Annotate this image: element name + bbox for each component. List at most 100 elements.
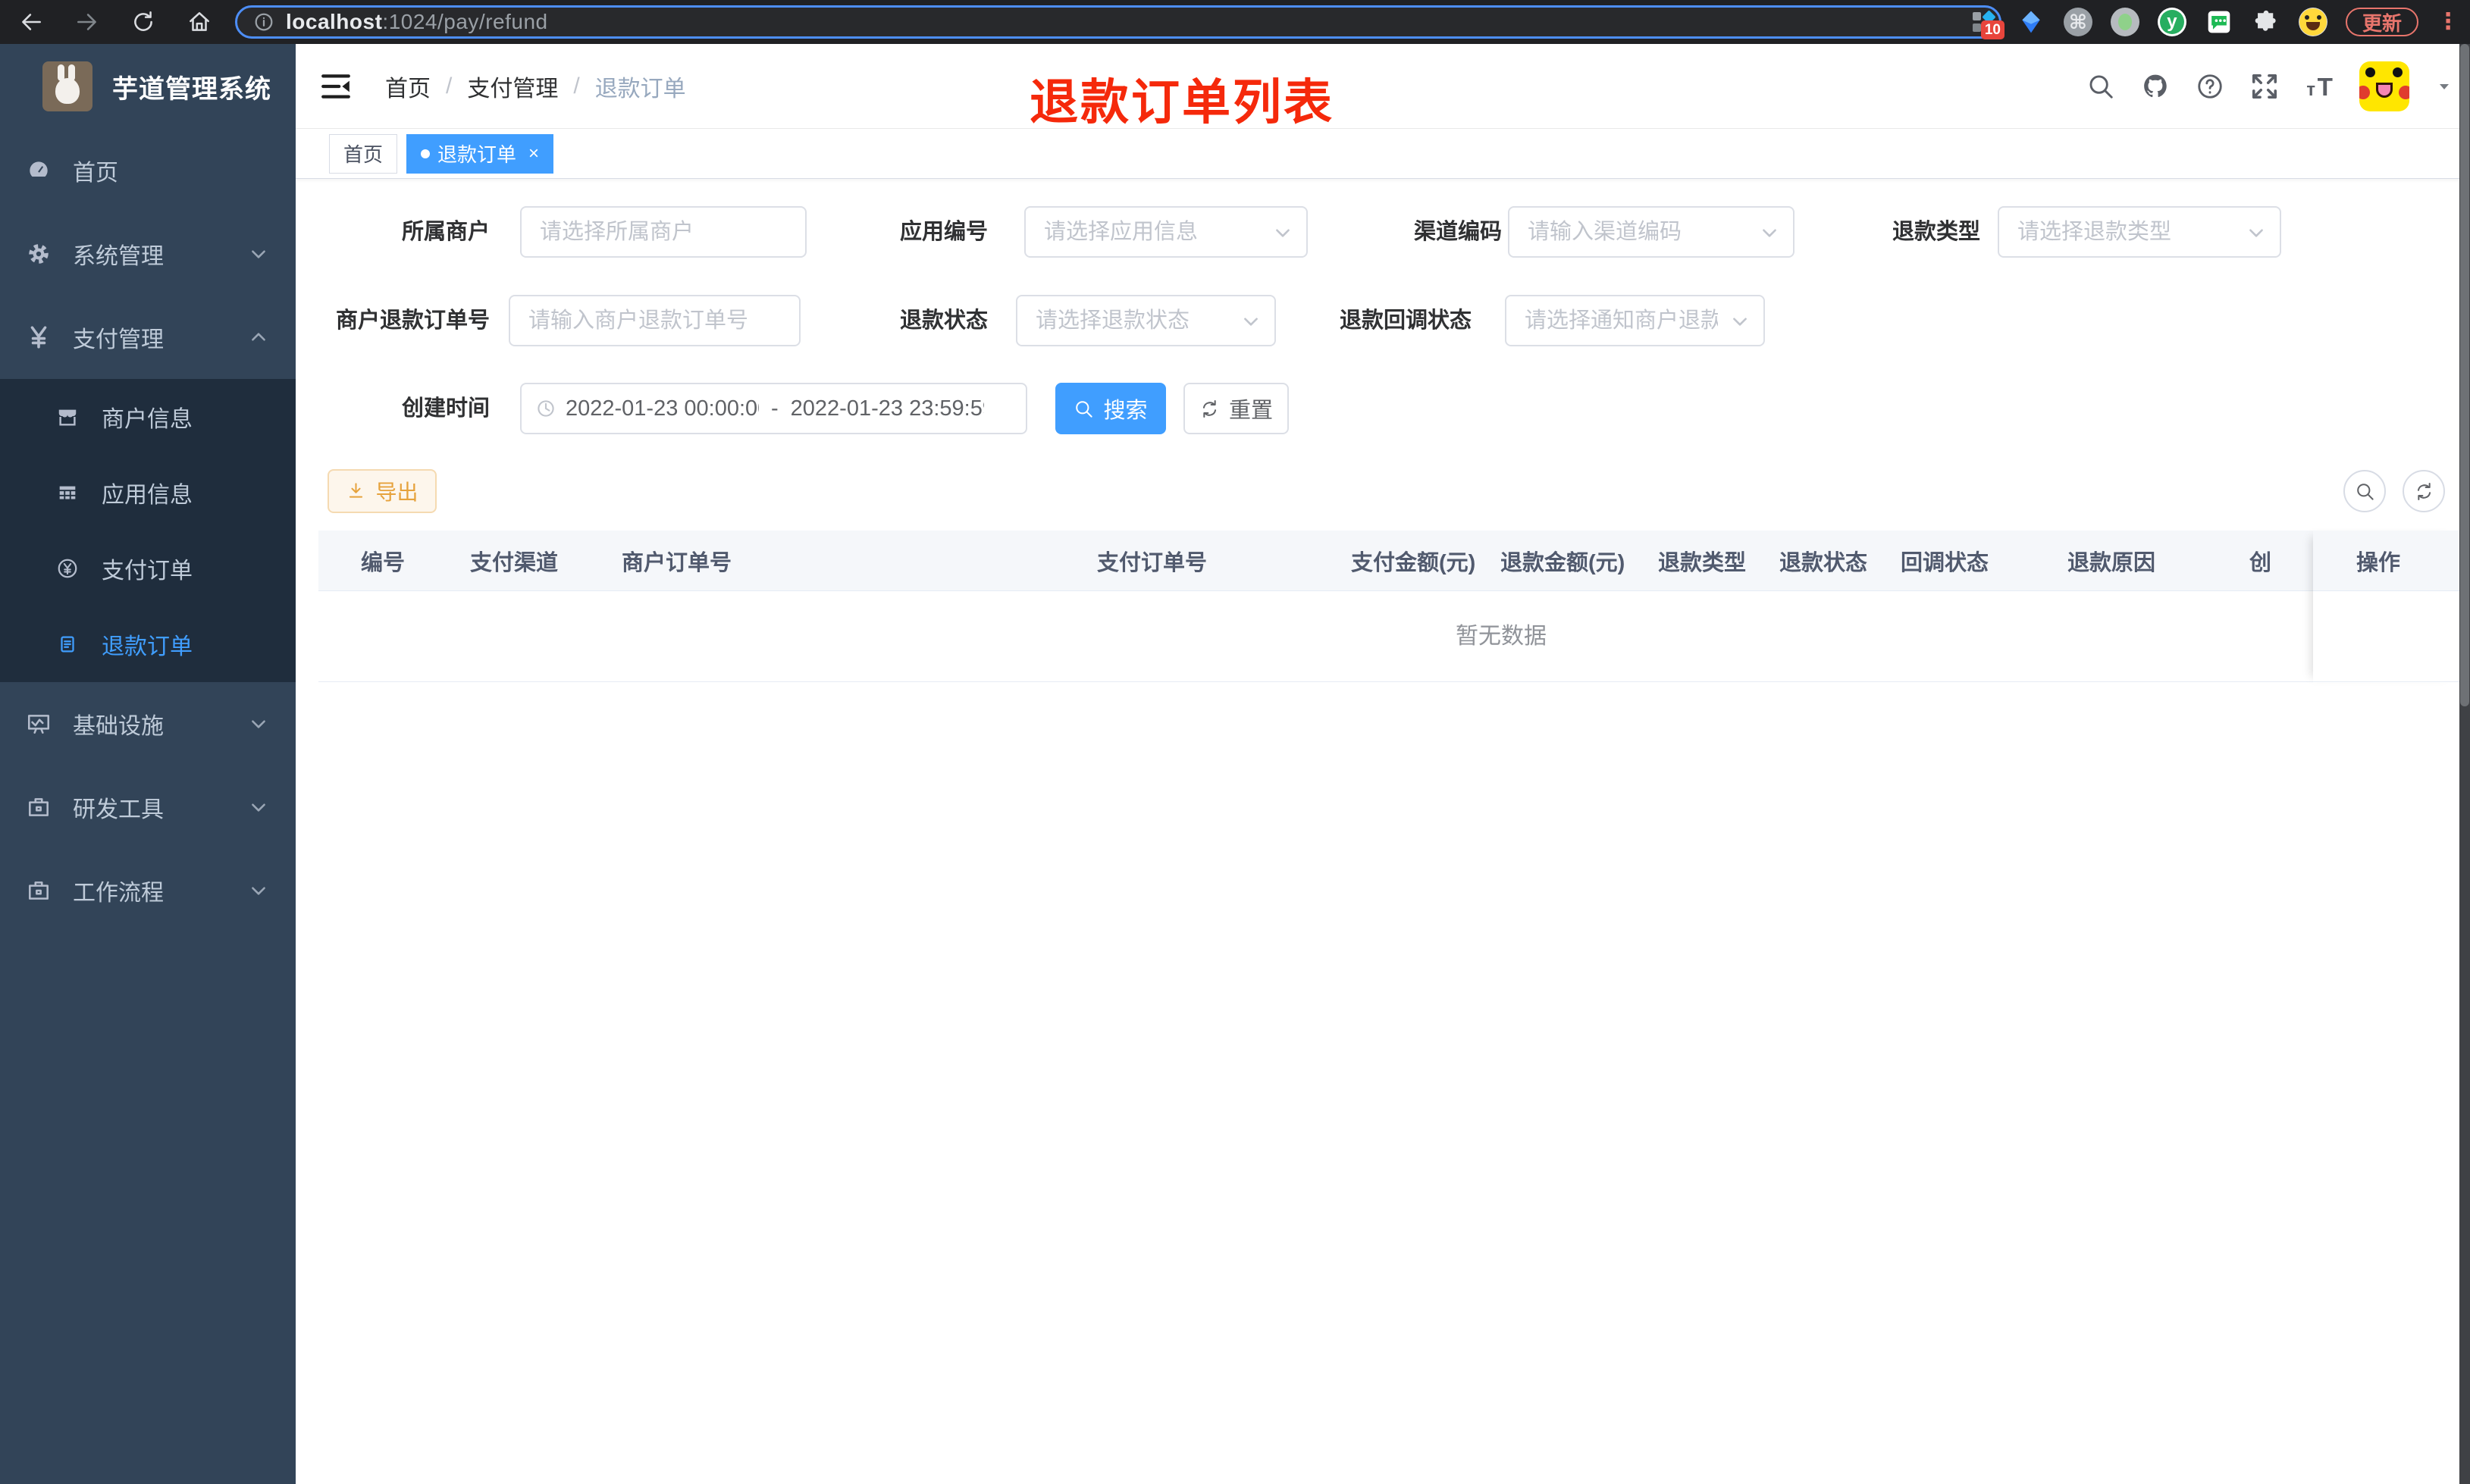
sidebar-item-pay[interactable]: 支付管理 [0, 296, 296, 379]
sidebar-item-label: 研发工具 [73, 797, 164, 822]
column-header-clipped: 创建时间 [2249, 550, 2271, 575]
sidebar-item-pay-order[interactable]: 支付订单 [0, 531, 296, 606]
merchant-refund-no-input[interactable] [509, 295, 801, 346]
browser-menu-icon[interactable]: ⋮ [2437, 11, 2459, 33]
sidebar-item-label: 工作流程 [73, 881, 164, 906]
export-button-label: 导出 [375, 481, 418, 504]
tag-refund-order[interactable]: 退款订单 × [406, 133, 554, 174]
app-select-input[interactable] [1024, 206, 1308, 258]
fullscreen-icon[interactable] [2250, 72, 2279, 101]
forward-icon[interactable] [74, 9, 100, 35]
home-icon[interactable] [187, 9, 212, 35]
y-extension-icon[interactable]: y [2157, 8, 2186, 36]
font-size-icon[interactable]: тT [2305, 72, 2334, 101]
refund-status-select[interactable] [1016, 295, 1276, 346]
filter-label-callback-status: 退款回调状态 [1339, 308, 1472, 333]
merchant-select[interactable] [520, 206, 807, 258]
command-extension-icon[interactable]: ⌘ [2063, 8, 2092, 36]
filter-label-app: 应用编号 [899, 220, 988, 244]
breadcrumb-pay[interactable]: 支付管理 [467, 70, 558, 103]
page-annotation-title: 退款订单列表 [1030, 75, 1334, 130]
shop-icon [58, 409, 77, 426]
column-header: 编号 [361, 550, 406, 575]
url-bar[interactable]: localhost:1024/pay/refund [235, 5, 2001, 39]
window-scrollbar[interactable] [2459, 44, 2470, 1484]
browser-nav [0, 9, 232, 35]
app-select[interactable] [1024, 206, 1308, 258]
help-icon[interactable] [2196, 72, 2224, 101]
avatar[interactable] [2359, 61, 2409, 111]
export-button[interactable]: 导出 [328, 469, 437, 513]
tag-close-icon[interactable]: × [528, 144, 539, 163]
sidebar-item-dev-tools[interactable]: 研发工具 [0, 765, 296, 849]
refresh-table-button[interactable] [2403, 470, 2445, 512]
search-button-label: 搜索 [1103, 399, 1148, 423]
scrollbar-thumb[interactable] [2460, 44, 2469, 706]
back-icon[interactable] [18, 9, 44, 35]
table-header-row: 编号 支付渠道 商户订单号 支付订单号 支付金额(元) 退款金额(元) 退款类型… [318, 531, 2459, 591]
sidebar-item-merchant-info[interactable]: 商户信息 [0, 379, 296, 455]
sidebar-fold-icon[interactable] [320, 71, 352, 102]
callback-status-select[interactable] [1505, 295, 1765, 346]
grey-circle-extension-icon[interactable] [2110, 8, 2139, 36]
date-range-picker[interactable]: 2022-01-23 00:00:00 - 2022-01-23 23:59:5… [520, 383, 1027, 434]
gear-icon [29, 244, 49, 264]
column-header: 退款类型 [1658, 550, 1747, 575]
app-logo [42, 61, 92, 111]
breadcrumb-separator: / [446, 74, 453, 99]
monitor-icon [27, 715, 50, 734]
date-start[interactable]: 2022-01-23 00:00:00 [566, 396, 759, 421]
channel-select-input[interactable] [1508, 206, 1795, 258]
grid-icon [58, 484, 77, 501]
merchant-refund-no-field[interactable] [509, 295, 801, 346]
sidebar-item-workflow[interactable]: 工作流程 [0, 849, 296, 932]
extensions-puzzle-icon[interactable] [2252, 8, 2280, 36]
channel-select[interactable] [1508, 206, 1795, 258]
sidebar-item-label: 支付管理 [73, 327, 164, 352]
sidebar-item-label: 系统管理 [73, 244, 164, 269]
sidebar-item-refund-order[interactable]: 退款订单 [0, 606, 296, 682]
reset-button[interactable]: 重置 [1183, 383, 1289, 434]
sidebar-item-infrastructure[interactable]: 基础设施 [0, 682, 296, 765]
sidebar-item-label: 支付订单 [102, 559, 193, 584]
date-separator: - [771, 396, 779, 421]
sidebar-item-system[interactable]: 系统管理 [0, 212, 296, 296]
reload-icon[interactable] [130, 9, 156, 35]
date-end[interactable]: 2022-01-23 23:59:59 [791, 396, 984, 421]
app-window: localhost:1024/pay/refund 10 ⌘ y 更新 ⋮ 芋道… [0, 0, 2470, 1484]
emoji-extension-icon[interactable] [2298, 8, 2327, 36]
sidebar-item-home[interactable]: 首页 [0, 129, 296, 212]
search-button[interactable]: 搜索 [1055, 383, 1166, 434]
tag-manager-extension-icon[interactable]: 10 [1970, 8, 2005, 39]
reset-button-label: 重置 [1228, 399, 1273, 423]
tag-home[interactable]: 首页 [329, 133, 398, 174]
dashboard-icon [28, 160, 49, 179]
filter-label-channel: 渠道编码 [1413, 220, 1502, 244]
breadcrumb-home[interactable]: 首页 [385, 70, 431, 103]
merchant-input[interactable] [520, 206, 807, 258]
refund-type-select-input[interactable] [1998, 206, 2281, 258]
callback-status-select-input[interactable] [1505, 295, 1765, 346]
column-header: 支付订单号 [1097, 550, 1208, 575]
sidebar-logo-row[interactable]: 芋道管理系统 [0, 44, 296, 129]
search-icon[interactable] [2086, 72, 2115, 101]
avatar-caret-icon[interactable] [2435, 77, 2453, 95]
kite-extension-icon[interactable] [2017, 8, 2045, 36]
chevron-down-icon [252, 803, 265, 812]
app-title: 芋道管理系统 [112, 74, 271, 104]
sidebar-item-app-info[interactable]: 应用信息 [0, 455, 296, 531]
sidebar-item-label: 应用信息 [102, 483, 193, 508]
url-text[interactable]: localhost:1024/pay/refund [286, 10, 548, 34]
update-label: 更新 [2362, 11, 2402, 35]
column-header: 退款原因 [2067, 550, 2156, 575]
refund-status-select-input[interactable] [1016, 295, 1276, 346]
url-host: localhost [286, 10, 383, 33]
github-icon[interactable] [2141, 72, 2170, 101]
filter-label-merchant: 所属商户 [401, 220, 490, 244]
chat-extension-icon[interactable] [2205, 8, 2233, 36]
briefcase-icon [29, 881, 49, 900]
site-info-icon[interactable] [252, 11, 275, 33]
show-search-toggle-button[interactable] [2343, 470, 2386, 512]
browser-update-button[interactable]: 更新 [2345, 8, 2418, 36]
refund-type-select[interactable] [1998, 206, 2281, 258]
